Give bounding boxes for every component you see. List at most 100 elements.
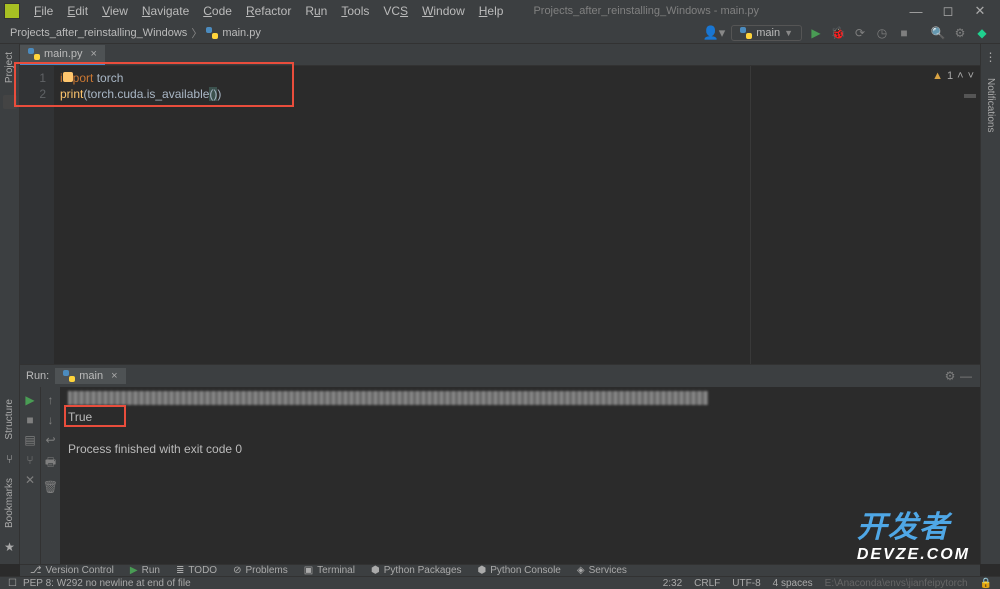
line-number-gutter: 1 2 (20, 66, 54, 364)
python-file-icon (206, 27, 218, 39)
run-tab[interactable]: main × (55, 368, 125, 384)
run-output-toolbar: ↑ ↓ ↩ 🖶 🗑 (40, 387, 60, 564)
run-button[interactable]: ▶ (808, 25, 824, 41)
structure-tool-tab[interactable]: Structure (4, 391, 15, 448)
interpreter-hint[interactable]: E:\Anaconda\envs\jianfeipytorch (825, 578, 968, 589)
run-label: Run: (26, 370, 49, 382)
menu-help[interactable]: Help (473, 2, 510, 20)
soft-wrap-button[interactable]: ↩ (45, 433, 55, 447)
scroll-up-button[interactable]: ↑ (48, 393, 54, 407)
menu-window[interactable]: Window (416, 2, 471, 20)
menu-edit[interactable]: Edit (61, 2, 94, 20)
breadcrumb: Projects_after_reinstalling_Windows 〉 ma… (10, 25, 261, 41)
app-logo-icon (4, 3, 20, 19)
window-title: Projects_after_reinstalling_Windows - ma… (533, 5, 759, 17)
scroll-down-button[interactable]: ↓ (48, 413, 54, 427)
nav-row: Projects_after_reinstalling_Windows 〉 ma… (0, 22, 1000, 44)
services-tool-tab[interactable]: ◈ Services (577, 565, 627, 576)
run-exec-toolbar: ▶ ■ ▤ ⑂ ✕ (20, 387, 40, 564)
editor-right-margin: ▲ 1 ˄ ˅ (750, 66, 980, 364)
close-run-button[interactable]: ✕ (25, 473, 35, 487)
terminal-tool-tab[interactable]: ▣ Terminal (304, 565, 355, 576)
run-config-label: main (756, 27, 780, 39)
structure-icon[interactable]: ⑂ (6, 452, 13, 466)
run-tab-close-icon[interactable]: × (111, 370, 117, 382)
soft-wrap-marker (964, 94, 976, 98)
right-tool-strip: ⋮ Notifications (980, 44, 1000, 564)
stop-run-button[interactable]: ■ (26, 413, 33, 427)
search-everywhere-button[interactable]: 🔍 (930, 25, 946, 41)
breadcrumb-file[interactable]: main.py (222, 27, 261, 39)
run-settings-icon[interactable]: ⚙ (942, 368, 958, 384)
tab-label: main.py (44, 48, 83, 60)
breadcrumb-project[interactable]: Projects_after_reinstalling_Windows (10, 27, 187, 39)
code-editor[interactable]: 1 2 iport torch print(torch.cuda.is_avai… (20, 66, 980, 364)
pin-tab-button[interactable]: ⑂ (26, 453, 33, 467)
menu-run[interactable]: Run (299, 2, 333, 20)
tab-close-icon[interactable]: × (91, 48, 97, 60)
python-console-tool-tab[interactable]: ⬢ Python Console (478, 565, 561, 576)
file-encoding[interactable]: UTF-8 (732, 578, 760, 589)
close-button[interactable]: ✕ (964, 0, 996, 22)
line-separator[interactable]: CRLF (694, 578, 720, 589)
menu-vcs[interactable]: VCS (377, 2, 414, 20)
breadcrumb-separator-icon: 〉 (191, 25, 202, 41)
code-with-me-icon[interactable]: ◆ (974, 25, 990, 41)
todo-tool-tab[interactable]: ≣ TODO (176, 565, 217, 576)
minimize-button[interactable]: — (900, 0, 932, 22)
main-menu: File Edit View Navigate Code Refactor Ru… (28, 2, 509, 20)
left-tool-strip: Project Structure ⑂ Bookmarks ★ (0, 44, 20, 564)
lock-icon[interactable]: 🔒 (980, 578, 992, 589)
run-body: ▶ ■ ▤ ⑂ ✕ ↑ ↓ ↩ 🖶 🗑 True Process finishe… (20, 387, 980, 564)
user-indicator-icon[interactable]: 👤▾ (703, 25, 726, 41)
menu-navigate[interactable]: Navigate (136, 2, 195, 20)
settings-button[interactable]: ⚙ (952, 25, 968, 41)
vcs-tool-tab[interactable]: ⎇ Version Control (30, 565, 114, 576)
dropdown-arrow-icon: ▼ (784, 28, 793, 38)
cursor-position[interactable]: 2:32 (663, 578, 682, 589)
status-icon[interactable]: ☐ (8, 578, 17, 589)
problems-tool-tab[interactable]: ⊘ Problems (233, 565, 288, 576)
hide-panel-icon[interactable]: — (958, 368, 974, 384)
inspection-summary[interactable]: ▲ 1 ˄ ˅ (932, 70, 974, 82)
menu-tools[interactable]: Tools (335, 2, 375, 20)
run-output[interactable]: True Process finished with exit code 0 (60, 387, 980, 564)
menu-file[interactable]: File (28, 2, 59, 20)
menu-refactor[interactable]: Refactor (240, 2, 297, 20)
maximize-button[interactable]: ◻ (932, 0, 964, 22)
status-message: PEP 8: W292 no newline at end of file (23, 578, 191, 589)
python-run-icon (63, 370, 75, 382)
warning-icon: ▲ (932, 70, 943, 82)
rerun-button[interactable]: ▶ (25, 393, 34, 407)
bottom-tool-tabs: ⎇ Version Control ▶ Run ≣ TODO ⊘ Problem… (20, 564, 980, 576)
run-tab-label: main (79, 370, 103, 382)
indent-setting[interactable]: 4 spaces (773, 578, 813, 589)
prev-highlight-icon[interactable]: ˄ (957, 70, 963, 82)
bookmarks-icon[interactable]: ★ (4, 540, 15, 554)
run-config-selector[interactable]: main ▼ (731, 25, 802, 41)
notifications-tool-tab[interactable]: Notifications (985, 70, 996, 140)
bookmarks-tool-tab[interactable]: Bookmarks (4, 470, 15, 536)
editor-area: main.py × 1 2 iport torch print(torch.cu… (20, 44, 980, 364)
python-tab-icon (28, 48, 40, 60)
run-tool-window: Run: main × ⚙ — ▶ ■ ▤ ⑂ ✕ ↑ ↓ ↩ 🖶 🗑 True (20, 364, 980, 564)
python-config-icon (740, 27, 752, 39)
python-packages-tool-tab[interactable]: ⬢ Python Packages (371, 565, 462, 576)
profile-button[interactable]: ◷ (874, 25, 890, 41)
next-highlight-icon[interactable]: ˅ (968, 70, 974, 82)
menu-code[interactable]: Code (197, 2, 238, 20)
clear-all-button[interactable]: 🗑 (43, 480, 58, 494)
stop-button[interactable]: ■ (896, 25, 912, 41)
toggle-layout-button[interactable]: ▤ (24, 433, 35, 447)
warning-count: 1 (947, 70, 953, 82)
run-header: Run: main × ⚙ — (20, 365, 980, 387)
annotation-box (14, 62, 294, 107)
print-button[interactable]: 🖶 (45, 453, 56, 474)
run-tool-tab[interactable]: ▶ Run (130, 565, 160, 576)
menu-view[interactable]: View (96, 2, 134, 20)
run-coverage-button[interactable]: ⟳ (852, 25, 868, 41)
annotation-box (64, 405, 126, 427)
debug-button[interactable]: 🐞 (830, 25, 846, 41)
editor-options-icon[interactable]: ⋮ (985, 50, 997, 64)
titlebar: File Edit View Navigate Code Refactor Ru… (0, 0, 1000, 22)
